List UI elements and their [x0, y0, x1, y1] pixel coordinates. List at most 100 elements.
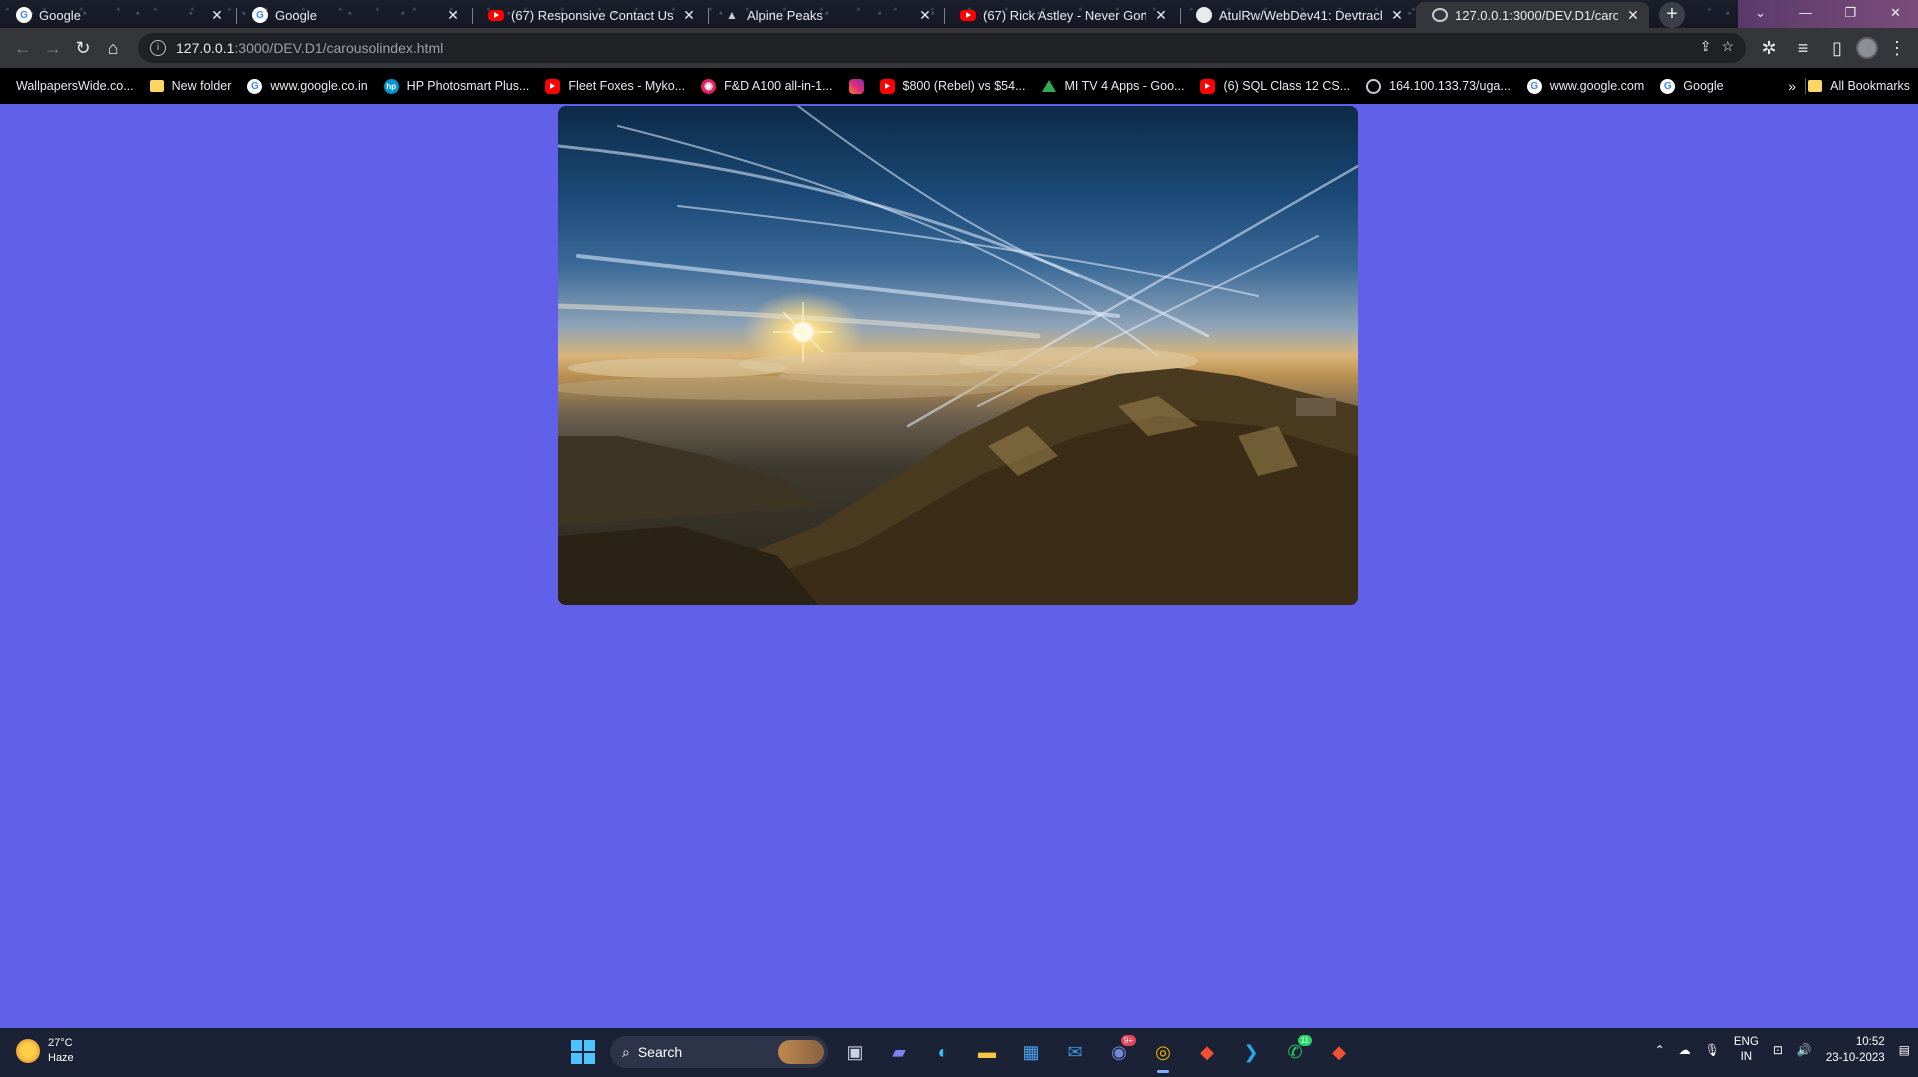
all-bookmarks-button[interactable]: All Bookmarks [1808, 68, 1910, 104]
bookmark-item[interactable]: G Google [1652, 78, 1731, 94]
address-bar[interactable]: i 127.0.0.1:3000/DEV.D1/carousolindex.ht… [138, 33, 1746, 63]
bookmark-item[interactable]: MI TV 4 Apps - Goo... [1034, 79, 1193, 94]
browser-tab[interactable]: G Google ✕ [236, 2, 469, 28]
weather-haze-icon [16, 1039, 40, 1063]
teams-icon[interactable]: ▰ [882, 1035, 916, 1069]
chevron-up-icon[interactable]: ⌃ [1655, 1043, 1665, 1057]
bookmarks-divider [1805, 78, 1806, 94]
chrome-icon[interactable]: ◎ [1146, 1035, 1180, 1073]
bookmark-item[interactable]: 164.100.133.73/uga... [1358, 78, 1519, 94]
tab-search-icon[interactable]: ⌄ [1738, 0, 1783, 28]
file-explorer-icon[interactable]: ▬ [970, 1035, 1004, 1069]
windows-logo-icon [571, 1040, 595, 1064]
weather-condition: Haze [48, 1052, 74, 1064]
bookmark-label: www.google.co.in [270, 79, 368, 93]
landscape-art [558, 106, 1358, 605]
profile-avatar[interactable] [1856, 37, 1878, 59]
url-path: :3000/DEV.D1/carousolindex.html [234, 40, 444, 56]
tab-title: Google [39, 7, 81, 23]
close-tab-icon[interactable]: ✕ [445, 7, 461, 24]
git-icon[interactable]: ◆ [1322, 1035, 1356, 1069]
browser-tab-active[interactable]: 127.0.0.1:3000/DEV.D1/carouso ✕ [1416, 2, 1649, 28]
task-view-icon[interactable]: ▣ [838, 1035, 872, 1069]
bookmark-item[interactable]: Fleet Foxes - Myko... [537, 78, 693, 94]
bookmark-label: HP Photosmart Plus... [406, 79, 530, 93]
window-controls: ⌄ — ❐ ✕ [1738, 0, 1918, 28]
taskbar-search[interactable]: ⌕ Search [610, 1036, 828, 1068]
youtube-icon [545, 78, 561, 94]
whatsapp-icon[interactable]: ✆ 11 [1278, 1035, 1312, 1069]
volume-icon[interactable]: 🔊 [1797, 1043, 1812, 1057]
bookmark-item[interactable]: Gwww.google.com [1519, 78, 1653, 94]
region-code: IN [1740, 1051, 1753, 1063]
bookmark-item[interactable]: New folder [142, 79, 240, 93]
close-tab-icon[interactable]: ✕ [1153, 7, 1169, 24]
browser-tab[interactable]: AtulRw/WebDev41: Devtrack pa ✕ [1180, 2, 1413, 28]
bookmark-item[interactable]: $800 (Rebel) vs $54... [872, 78, 1034, 94]
notification-badge: 11 [1297, 1035, 1312, 1046]
back-icon[interactable]: ← [8, 33, 38, 63]
youtube-icon [1200, 78, 1216, 94]
home-icon[interactable]: ⌂ [98, 33, 128, 63]
close-tab-icon[interactable]: ✕ [1625, 7, 1641, 24]
tab-title: (67) Responsive Contact Us Pa [511, 7, 674, 23]
bookmark-item[interactable] [841, 78, 872, 94]
weather-widget[interactable]: 27°C Haze [16, 1036, 74, 1066]
vscode-icon[interactable]: ❯ [1234, 1035, 1268, 1069]
close-tab-icon[interactable]: ✕ [681, 7, 697, 24]
edge-icon[interactable]: ◐ [926, 1035, 960, 1069]
lang-code: ENG [1733, 1036, 1759, 1048]
minimize-icon[interactable]: — [1783, 0, 1828, 28]
close-tab-icon[interactable]: ✕ [209, 7, 225, 24]
bookmark-label: 164.100.133.73/uga... [1389, 79, 1511, 93]
tab-divider [708, 8, 709, 24]
bookmark-label: WallpapersWide.co... [16, 79, 134, 93]
clock[interactable]: 10:52 23-10-2023 [1826, 1034, 1885, 1066]
share-icon[interactable]: ⇪ [1700, 38, 1712, 55]
network-icon[interactable]: ⊡ [1773, 1043, 1783, 1057]
bookmarks-overflow-button[interactable]: » [1788, 68, 1796, 104]
browser-tab[interactable]: (67) Responsive Contact Us Pa ✕ [472, 2, 705, 28]
github-icon [1196, 7, 1212, 23]
bookmark-item[interactable]: Gwww.google.co.in [239, 78, 375, 94]
close-tab-icon[interactable]: ✕ [917, 7, 933, 24]
bookmark-item[interactable]: (6) SQL Class 12 CS... [1192, 78, 1358, 94]
browser-tab[interactable]: G Google ✕ [0, 2, 233, 28]
git-icon[interactable]: ◆ [1190, 1035, 1224, 1069]
extensions-icon[interactable]: ✲ [1754, 33, 1784, 63]
windows-taskbar: 27°C Haze ⌕ Search ▣ ▰ ◐ ▬ ▦ ✉ ◉ 9+ ◎ ◆ ❯… [0, 1028, 1918, 1077]
close-window-icon[interactable]: ✕ [1873, 0, 1918, 28]
browser-tab[interactable]: ▲ Alpine Peaks ✕ [708, 2, 941, 28]
notifications-icon[interactable]: ▤ [1899, 1043, 1910, 1057]
search-highlight-art [778, 1040, 824, 1064]
menu-icon[interactable]: ⋮ [1882, 33, 1912, 63]
weather-temp: 27°C [48, 1037, 73, 1049]
browser-tab[interactable]: (67) Rick Astley - Never Gonna ✕ [944, 2, 1177, 28]
side-panel-icon[interactable]: ▯ [1822, 33, 1852, 63]
bookmark-item[interactable]: hp HP Photosmart Plus... [376, 78, 538, 94]
media-control-icon[interactable]: ≡ [1788, 33, 1818, 63]
forward-icon[interactable]: → [38, 33, 68, 63]
start-button[interactable] [566, 1035, 600, 1069]
drive-icon [1042, 79, 1057, 94]
new-tab-button[interactable]: + [1659, 2, 1685, 28]
bookmark-label: (6) SQL Class 12 CS... [1223, 79, 1351, 93]
close-tab-icon[interactable]: ✕ [1389, 7, 1405, 24]
reload-icon[interactable]: ↻ [68, 33, 98, 63]
folder-icon [149, 80, 164, 92]
youtube-icon [960, 9, 976, 21]
store-icon[interactable]: ▦ [1014, 1035, 1048, 1069]
tab-title: AtulRw/WebDev41: Devtrack pa [1219, 7, 1382, 23]
site-info-icon[interactable]: i [150, 40, 166, 56]
bookmarks-bar: WallpapersWide.co... New folder Gwww.goo… [0, 68, 1918, 104]
onedrive-icon[interactable]: ☁ [1679, 1043, 1691, 1057]
discord-icon[interactable]: ◉ 9+ [1102, 1035, 1136, 1069]
google-icon: G [1660, 78, 1676, 94]
restore-icon[interactable]: ❐ [1828, 0, 1873, 28]
language-indicator[interactable]: ENG IN [1734, 1035, 1759, 1065]
bookmark-star-icon[interactable]: ☆ [1721, 38, 1734, 55]
mail-icon[interactable]: ✉ [1058, 1035, 1092, 1069]
microphone-icon[interactable]: 🎙 [1705, 1043, 1720, 1057]
bookmark-item[interactable]: WallpapersWide.co... [8, 79, 142, 93]
bookmark-item[interactable]: ◉ F&D A100 all-in-1... [693, 78, 840, 94]
